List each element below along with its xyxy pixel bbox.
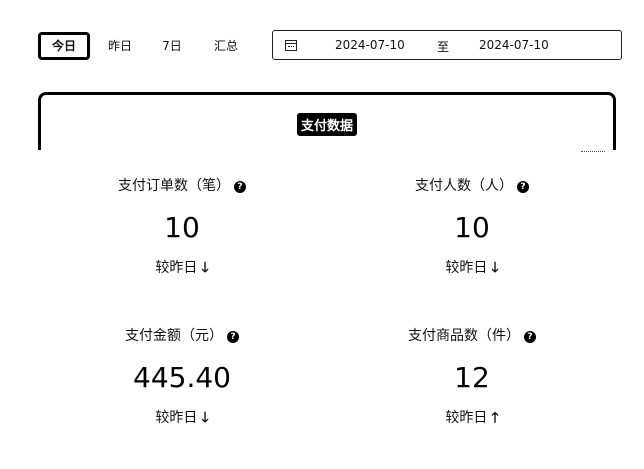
metric-label: 支付订单数（笔） bbox=[118, 178, 230, 194]
section-title: 支付数据 bbox=[296, 113, 357, 136]
metric-label-row: 支付商品数（件）? bbox=[342, 326, 602, 346]
metric-value: 10 bbox=[164, 211, 200, 244]
compare-label: 较昨日 bbox=[155, 410, 198, 426]
help-icon[interactable]: ? bbox=[234, 181, 246, 193]
help-icon[interactable]: ? bbox=[524, 331, 536, 343]
date-range-separator: 至 bbox=[437, 40, 450, 54]
tab-7-days[interactable]: 7日 bbox=[154, 32, 190, 60]
metric-value: 12 bbox=[454, 361, 490, 394]
tab-summary[interactable]: 汇总 bbox=[206, 32, 246, 60]
date-range-picker[interactable]: 2024-07-10 至 2024-07-10 bbox=[272, 30, 622, 60]
arrow-down-icon: 🡓 bbox=[491, 260, 499, 276]
metric-label-row: 支付人数（人）? bbox=[342, 176, 602, 196]
end-date[interactable]: 2024-07-10 bbox=[479, 38, 549, 52]
compare-label: 较昨日 bbox=[445, 410, 488, 426]
tab-today[interactable]: 今日 bbox=[38, 32, 90, 60]
header-divider bbox=[581, 151, 605, 152]
section-header: 支付数据 bbox=[38, 92, 616, 152]
metric-label: 支付金额（元） bbox=[125, 328, 223, 344]
metric-compare: 较昨日 🡑 bbox=[342, 408, 602, 428]
metric-value: 10 bbox=[454, 211, 490, 244]
metric-compare: 较昨日 🡓 bbox=[52, 408, 312, 428]
metric-payment-amount: 支付金额（元）? 445.40 较昨日 🡓 bbox=[52, 326, 312, 428]
metric-compare: 较昨日 🡓 bbox=[342, 258, 602, 278]
metric-order-count: 支付订单数（笔）? 10 较昨日 🡓 bbox=[52, 176, 312, 278]
tab-yesterday[interactable]: 昨日 bbox=[100, 32, 140, 60]
compare-label: 较昨日 bbox=[155, 260, 198, 276]
help-icon[interactable]: ? bbox=[227, 331, 239, 343]
arrow-up-icon: 🡑 bbox=[491, 410, 499, 426]
metric-label: 支付商品数（件） bbox=[408, 328, 520, 344]
metric-label: 支付人数（人） bbox=[415, 178, 513, 194]
metric-customer-count: 支付人数（人）? 10 较昨日 🡓 bbox=[342, 176, 602, 278]
start-date[interactable]: 2024-07-10 bbox=[335, 38, 405, 52]
metric-item-count: 支付商品数（件）? 12 较昨日 🡑 bbox=[342, 326, 602, 428]
metric-label-row: 支付金额（元）? bbox=[52, 326, 312, 346]
metric-value: 445.40 bbox=[133, 361, 231, 394]
compare-label: 较昨日 bbox=[445, 260, 488, 276]
help-icon[interactable]: ? bbox=[517, 181, 529, 193]
arrow-down-icon: 🡓 bbox=[201, 260, 209, 276]
arrow-down-icon: 🡓 bbox=[201, 410, 209, 426]
calendar-icon bbox=[285, 40, 297, 51]
metric-compare: 较昨日 🡓 bbox=[52, 258, 312, 278]
metric-label-row: 支付订单数（笔）? bbox=[52, 176, 312, 196]
filter-bar: 今日 昨日 7日 汇总 2024-07-10 至 2024-07-10 bbox=[38, 30, 622, 62]
